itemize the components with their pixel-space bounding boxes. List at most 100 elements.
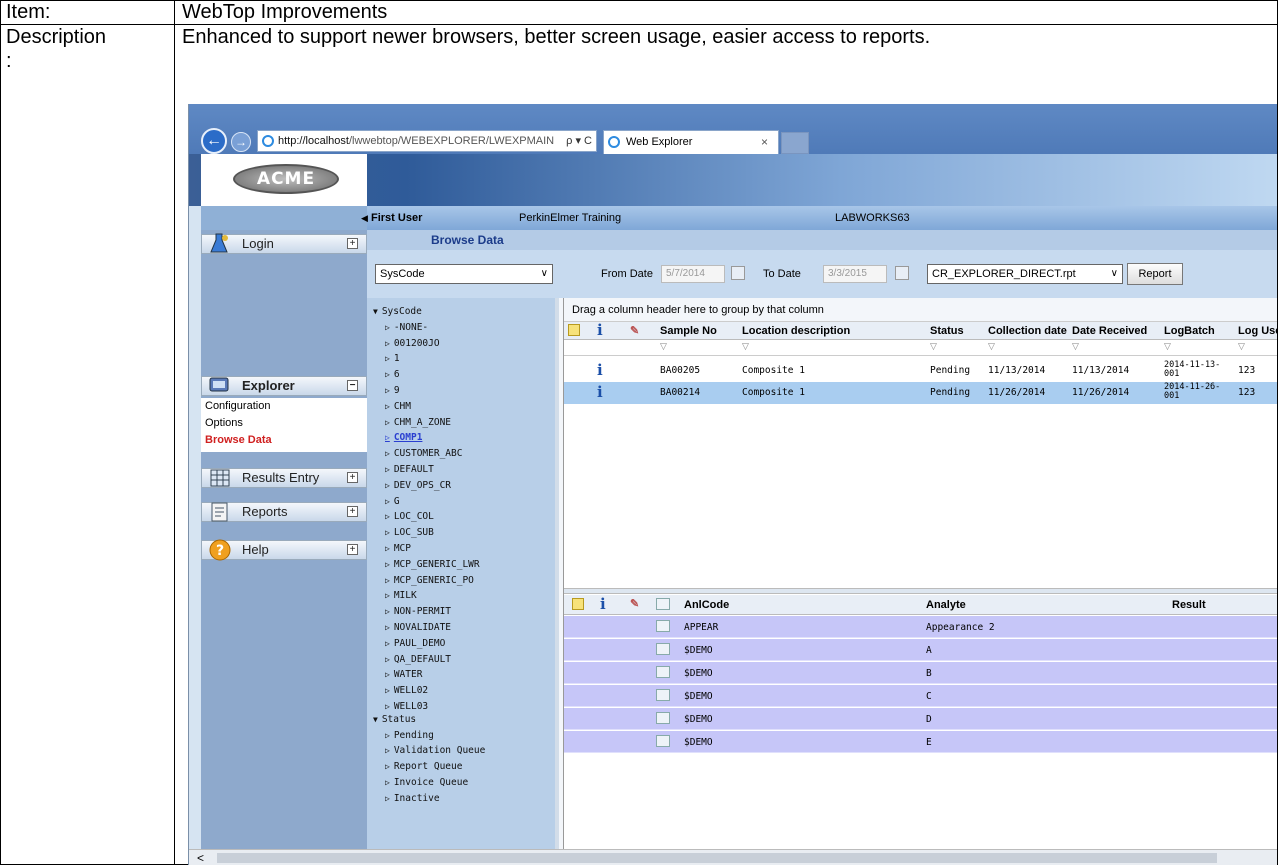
expand-arrow-icon[interactable]: ▷ [385, 576, 390, 585]
tree-item[interactable]: ▷ MILK [385, 590, 417, 601]
collapse-icon[interactable]: − [347, 380, 358, 391]
expand-arrow-icon[interactable]: ▷ [385, 370, 390, 379]
chart-icon[interactable] [656, 620, 670, 632]
table-row[interactable]: $DEMO D [564, 708, 1277, 730]
chart-icon[interactable] [656, 598, 670, 610]
to-date-field[interactable]: 3/3/2015 [823, 265, 887, 283]
tree-item[interactable]: ▷ Report Queue [385, 761, 462, 772]
tree-item[interactable]: ▷ 1 [385, 353, 400, 364]
expand-icon[interactable]: + [347, 544, 358, 555]
chart-icon[interactable] [656, 689, 670, 701]
expand-arrow-icon[interactable]: ▷ [385, 670, 390, 679]
notes-icon[interactable] [568, 324, 580, 336]
expand-icon[interactable]: + [347, 506, 358, 517]
filter-icon[interactable]: ▽ [1072, 341, 1079, 352]
col-status[interactable]: Status [930, 322, 964, 340]
expand-arrow-icon[interactable]: ▷ [385, 528, 390, 537]
expand-arrow-icon[interactable]: ▷ [385, 623, 390, 632]
forward-icon[interactable]: → [231, 132, 251, 152]
expand-arrow-icon[interactable]: ▷ [385, 449, 390, 458]
tree-item[interactable]: ▷ MCP_GENERIC_PO [385, 575, 474, 586]
sidebar-item-login[interactable]: Login + [201, 233, 367, 254]
expand-arrow-icon[interactable]: ▷ [385, 544, 390, 553]
filter-icon[interactable]: ▽ [988, 341, 995, 352]
expand-arrow-icon[interactable]: ▷ [385, 778, 390, 787]
expand-icon[interactable]: + [347, 472, 358, 483]
col-result[interactable]: Result [1172, 595, 1206, 615]
tree-item[interactable]: ▷ CHM_A_ZONE [385, 417, 451, 428]
calendar-icon[interactable] [731, 266, 745, 280]
sidebar-item-reports[interactable]: Reports + [201, 502, 367, 522]
expand-arrow-icon[interactable]: ▷ [385, 481, 390, 490]
col-location-description[interactable]: Location description [742, 322, 850, 340]
tree-item[interactable]: ▷ WELL02 [385, 685, 428, 696]
expand-arrow-icon[interactable]: ▷ [385, 746, 390, 755]
col-logbatch[interactable]: LogBatch [1164, 322, 1215, 340]
info-icon[interactable]: i [597, 383, 603, 401]
expand-arrow-icon[interactable]: ▷ [385, 702, 390, 711]
expand-arrow-icon[interactable]: ▷ [385, 323, 390, 332]
expand-arrow-icon[interactable]: ▷ [385, 655, 390, 664]
chart-icon[interactable] [656, 666, 670, 678]
tree-item[interactable]: ▷ LOC_COL [385, 511, 434, 522]
sidebar-item-help[interactable]: ? Help + [201, 539, 367, 561]
info-icon[interactable]: i [600, 595, 606, 613]
tree-item[interactable]: ▷ MCP_GENERIC_LWR [385, 559, 480, 570]
expand-arrow-icon[interactable]: ▷ [385, 731, 390, 740]
col-date-received[interactable]: Date Received [1072, 322, 1147, 340]
col-anlcode[interactable]: AnlCode [684, 595, 729, 615]
subnav-options[interactable]: Options [201, 415, 367, 432]
info-icon[interactable]: i [597, 321, 603, 339]
close-tab-icon[interactable]: × [761, 131, 768, 153]
table-row[interactable]: $DEMO E [564, 731, 1277, 753]
back-icon[interactable]: ← [201, 128, 227, 154]
expand-arrow-icon[interactable]: ▷ [385, 386, 390, 395]
table-row[interactable]: $DEMO C [564, 685, 1277, 707]
info-icon[interactable]: i [597, 361, 603, 379]
address-bar[interactable]: http://localhost/lwwebtop/WEBEXPLORER/LW… [257, 130, 597, 152]
tree-item[interactable]: ▷ QA_DEFAULT [385, 654, 451, 665]
table-row[interactable]: $DEMO B [564, 662, 1277, 684]
tree-item[interactable]: ▷ NON-PERMIT [385, 606, 451, 617]
scroll-left-icon[interactable]: < [197, 850, 204, 865]
table-row[interactable]: i BA00205 Composite 1 Pending 11/13/2014… [564, 360, 1277, 382]
filter-icon[interactable]: ▽ [1164, 341, 1171, 352]
expand-arrow-icon[interactable]: ▷ [385, 497, 390, 506]
tree-item[interactable]: ▷ 6 [385, 369, 400, 380]
col-analyte[interactable]: Analyte [926, 595, 966, 615]
filter-icon[interactable]: ▽ [1238, 341, 1245, 352]
new-tab-button[interactable] [781, 132, 809, 154]
expand-arrow-icon[interactable]: ▷ [385, 512, 390, 521]
expand-arrow-icon[interactable]: ▷ [385, 433, 390, 442]
expand-arrow-icon[interactable]: ▷ [385, 639, 390, 648]
sidebar-item-explorer[interactable]: Explorer − [201, 376, 367, 396]
subnav-configuration[interactable]: Configuration [201, 398, 367, 415]
expand-arrow-icon[interactable]: ▷ [385, 794, 390, 803]
col-log-user[interactable]: Log Use [1238, 322, 1277, 340]
expand-arrow-icon[interactable]: ▷ [385, 560, 390, 569]
attachment-icon[interactable]: ✎ [630, 322, 639, 340]
tree-item[interactable]: ▷ MCP [385, 543, 411, 554]
col-sample-no[interactable]: Sample No [660, 322, 717, 340]
expand-icon[interactable]: + [347, 238, 358, 249]
filter-icon[interactable]: ▽ [742, 341, 749, 352]
group-by-select[interactable]: SysCode ∨ [375, 264, 553, 284]
from-date-field[interactable]: 5/7/2014 [661, 265, 725, 283]
tree-item[interactable]: ▷ CHM [385, 401, 411, 412]
expand-arrow-icon[interactable]: ▷ [385, 607, 390, 616]
expand-arrow-icon[interactable]: ▷ [385, 465, 390, 474]
table-row[interactable]: i BA00214 Composite 1 Pending 11/26/2014… [564, 382, 1277, 404]
tree-item[interactable]: ▷ Pending [385, 730, 434, 741]
filter-icon[interactable]: ▽ [930, 341, 937, 352]
tree-root-syscode[interactable]: ▼ SysCode [373, 306, 422, 317]
scroll-thumb[interactable] [217, 853, 1217, 863]
tree-item[interactable]: ▷ DEV_OPS_CR [385, 480, 451, 491]
tree-item[interactable]: ▷ DEFAULT [385, 464, 434, 475]
tree-item[interactable]: ▷ PAUL_DEMO [385, 638, 445, 649]
expand-arrow-icon[interactable]: ▷ [385, 686, 390, 695]
tree-item[interactable]: ▷ WATER [385, 669, 422, 680]
address-bar-controls[interactable]: ρ ▾ C [566, 131, 592, 151]
report-select[interactable]: CR_EXPLORER_DIRECT.rpt ∨ [927, 264, 1123, 284]
grid-splitter[interactable] [564, 588, 1277, 594]
collapse-arrow-icon[interactable]: ▼ [373, 715, 378, 724]
